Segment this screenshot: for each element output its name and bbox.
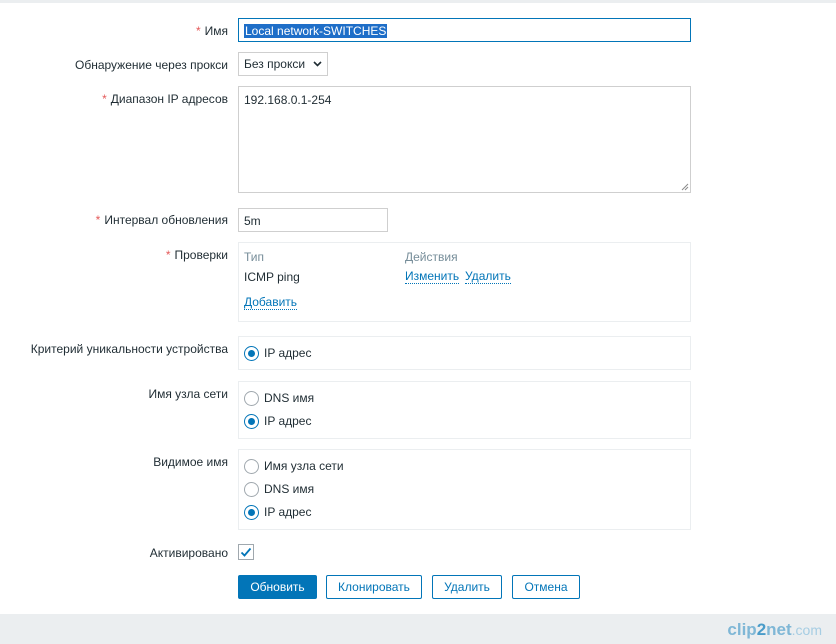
proxy-select[interactable]: Без прокси — [238, 52, 328, 76]
checkmark-icon — [240, 547, 252, 557]
checks-label: * Проверки — [165, 248, 228, 262]
interval-label: * Интервал обновления — [95, 213, 228, 227]
radio-button[interactable] — [244, 458, 259, 474]
ip-range-value: 192.168.0.1-254 — [244, 93, 332, 107]
checks-table: Тип Действия ICMP ping Изменить Удалить … — [238, 242, 691, 322]
chevron-down-icon — [313, 61, 322, 67]
required-mark: * — [102, 92, 107, 106]
host-name-option-dns[interactable]: DNS имя — [244, 389, 314, 407]
check-type: ICMP ping — [244, 270, 300, 284]
required-mark: * — [95, 213, 101, 227]
visible-name-option-host[interactable]: Имя узла сети — [244, 457, 344, 475]
host-name-option-ip[interactable]: IP адрес — [244, 412, 311, 430]
checks-col-actions: Действия — [405, 250, 458, 264]
proxy-select-value: Без прокси — [244, 57, 306, 71]
enabled-checkbox[interactable] — [238, 544, 254, 560]
uniqueness-label: Критерий уникальности устройства — [30, 342, 228, 356]
host-name-label: Имя узла сети — [148, 387, 228, 401]
name-input[interactable]: Local network-SWITCHES — [238, 18, 691, 42]
interval-input-value: 5m — [244, 214, 261, 228]
radio-button[interactable] — [244, 481, 259, 497]
interval-input[interactable]: 5m — [238, 208, 388, 232]
ip-range-textarea[interactable]: 192.168.0.1-254 — [238, 86, 691, 193]
footer-band — [0, 614, 836, 644]
update-button[interactable]: Обновить — [238, 575, 317, 599]
name-label: * Имя — [195, 24, 228, 38]
radio-button[interactable] — [244, 413, 259, 429]
checks-col-type: Тип — [244, 250, 265, 264]
visible-name-label: Видимое имя — [153, 455, 228, 469]
delete-button[interactable]: Удалить — [432, 575, 502, 599]
uniqueness-option-ip[interactable]: IP адрес — [244, 344, 311, 362]
top-divider — [0, 0, 836, 3]
visible-name-option-ip[interactable]: IP адрес — [244, 503, 311, 521]
radio-button[interactable] — [244, 345, 259, 361]
visible-name-option-dns[interactable]: DNS имя — [244, 480, 314, 498]
radio-button[interactable] — [244, 390, 259, 406]
check-remove-link[interactable]: Удалить — [465, 270, 511, 284]
check-edit-link[interactable]: Изменить — [405, 270, 460, 284]
watermark-logo: clip2net.com — [727, 620, 822, 639]
name-input-value: Local network-SWITCHES — [244, 24, 388, 38]
proxy-label: Обнаружение через прокси — [75, 58, 228, 72]
cancel-button[interactable]: Отмена — [512, 575, 580, 599]
enabled-label: Активировано — [149, 546, 228, 560]
resize-grip-icon[interactable] — [681, 183, 689, 191]
clone-button[interactable]: Клонировать — [326, 575, 422, 599]
required-mark: * — [195, 24, 201, 38]
required-mark: * — [165, 248, 171, 262]
ip-range-label: * Диапазон IP адресов — [102, 92, 228, 106]
add-check-link[interactable]: Добавить — [244, 296, 298, 310]
radio-button[interactable] — [244, 504, 259, 520]
